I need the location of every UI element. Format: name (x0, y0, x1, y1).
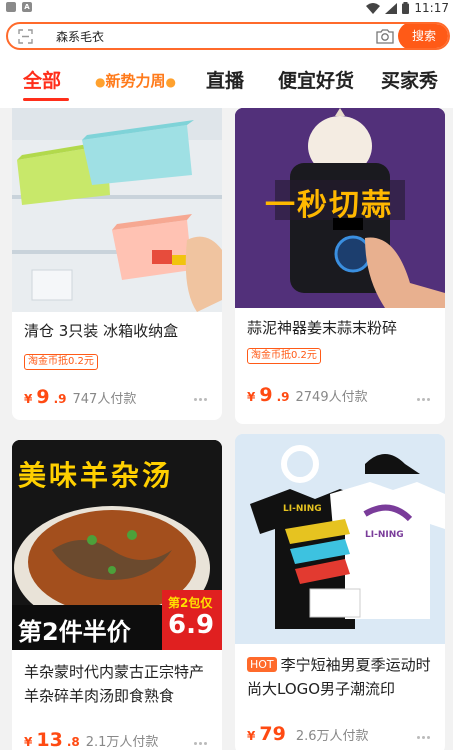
price-value: 13 (36, 729, 63, 750)
price-value: 79 (259, 723, 286, 745)
battery-icon (402, 2, 410, 14)
product-title[interactable]: HOT 李宁短袖男夏季运动时尚大LOGO男子潮流印 (247, 653, 435, 701)
product-title[interactable]: 蒜泥神器姜末蒜末粉碎 (247, 316, 435, 340)
product-image[interactable]: 一秒切蒜 (235, 108, 445, 308)
product-title[interactable]: 羊杂蒙时代内蒙古正宗特产羊杂碎羊肉汤即食熟食 (24, 660, 212, 708)
notification-icon (6, 2, 16, 12)
price-currency: ¥ (247, 390, 256, 404)
dot-icon: ● (165, 75, 176, 89)
coupon-tag: 淘金币抵0.2元 (247, 348, 321, 364)
price-value: 9 (259, 384, 273, 406)
product-image[interactable]: 美味羊杂汤 第2件半价 第2包仅 6.9 (12, 440, 222, 650)
product-grid: 清仓 3只装 冰箱收纳盒 淘金币抵0.2元 ¥9.9 747人付款 一秒切蒜 蒜… (0, 108, 453, 750)
price-row: ¥9.9 2749人付款 (247, 384, 368, 406)
clock: 11:17 (414, 1, 449, 15)
tab-all[interactable]: 全部 (23, 66, 61, 93)
price-row: ¥13.8 2.1万人付款 (24, 729, 158, 750)
product-card[interactable]: LI-NING LI-NING HOT 李宁短袖男夏季运动时尚大LOGO男子潮流印… (235, 434, 445, 750)
brand-text: LI-NING (283, 504, 322, 514)
promo-tag: 第2包仅 (168, 596, 213, 610)
tab-new-weekly-label: 新势力周 (105, 72, 166, 90)
price-decimal: .8 (66, 735, 80, 749)
price-decimal: .9 (53, 392, 67, 406)
scan-icon[interactable] (18, 29, 33, 44)
brand-text: LI-NING (365, 530, 404, 540)
tab-live[interactable]: 直播 (206, 66, 244, 93)
category-tabs: 全部 ●新势力周● 直播 便宜好货 买家秀 (0, 56, 453, 108)
price-row: ¥79 2.6万人付款 (247, 723, 369, 745)
dot-icon: ● (95, 75, 106, 89)
app-notification-icon: A (22, 2, 32, 12)
active-tab-indicator (23, 98, 69, 101)
price-value: 9 (36, 386, 50, 408)
price-row: ¥9.9 747人付款 (24, 386, 136, 408)
more-icon[interactable] (417, 736, 433, 740)
search-input[interactable]: 森系毛衣 (56, 28, 104, 45)
signal-icon (385, 2, 398, 14)
price-currency: ¥ (24, 392, 33, 406)
more-icon[interactable] (417, 398, 433, 402)
tab-buyer-show[interactable]: 买家秀 (381, 66, 438, 93)
search-bar: 森系毛衣 搜索 (0, 16, 453, 56)
sold-count: 2.6万人付款 (295, 729, 369, 744)
tab-new-weekly[interactable]: ●新势力周● (95, 70, 176, 91)
price-currency: ¥ (247, 729, 256, 743)
search-button[interactable]: 搜索 (398, 24, 448, 48)
sold-count: 2749人付款 (295, 390, 368, 405)
more-icon[interactable] (194, 742, 210, 746)
image-caption: 一秒切蒜 (265, 188, 393, 223)
more-icon[interactable] (194, 398, 210, 402)
search-box[interactable]: 森系毛衣 搜索 (6, 22, 450, 50)
price-decimal: .9 (276, 390, 290, 404)
price-currency: ¥ (24, 735, 33, 749)
product-image[interactable] (12, 108, 222, 312)
product-card[interactable]: 清仓 3只装 冰箱收纳盒 淘金币抵0.2元 ¥9.9 747人付款 (12, 108, 222, 420)
tab-cheap-good[interactable]: 便宜好货 (278, 66, 354, 93)
sold-count: 2.1万人付款 (85, 735, 159, 750)
product-title[interactable]: 清仓 3只装 冰箱收纳盒 (24, 319, 212, 343)
camera-icon[interactable] (376, 28, 394, 44)
sold-count: 747人付款 (72, 392, 137, 407)
product-image[interactable]: LI-NING LI-NING (235, 434, 445, 644)
promo-price: 6.9 (168, 610, 215, 640)
status-bar: A 11:17 (0, 0, 453, 16)
wifi-icon (366, 2, 381, 14)
hot-badge: HOT (247, 657, 277, 672)
product-card[interactable]: 一秒切蒜 蒜泥神器姜末蒜末粉碎 淘金币抵0.2元 ¥9.9 2749人付款 (235, 108, 445, 424)
product-card[interactable]: 美味羊杂汤 第2件半价 第2包仅 6.9 羊杂蒙时代内蒙古正宗特产羊杂碎羊肉汤即… (12, 440, 222, 750)
coupon-tag: 淘金币抵0.2元 (24, 354, 98, 370)
promo-label: 第2件半价 (18, 618, 131, 646)
image-caption: 美味羊杂汤 (18, 459, 174, 492)
